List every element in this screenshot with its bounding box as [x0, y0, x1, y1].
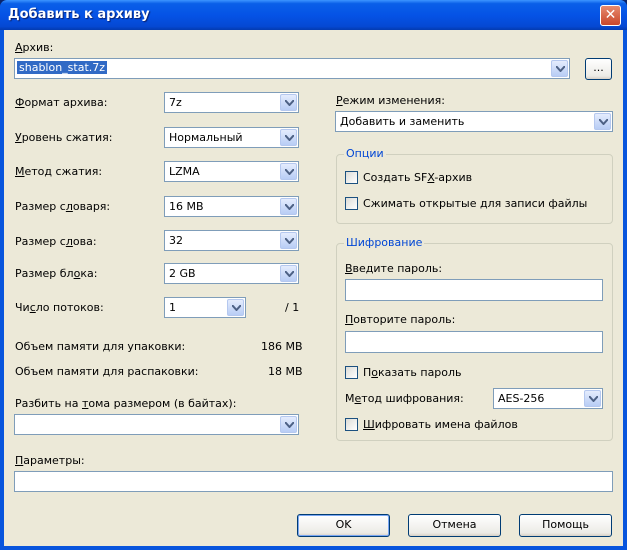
dialog-window: Добавить к архиву ✕ Архив: shablon_stat.…: [0, 0, 627, 550]
format-label: Формат архива:: [15, 96, 108, 109]
dictionary-combo[interactable]: 16 MB: [164, 196, 299, 217]
encrypt-names-label[interactable]: Шифровать имена файлов: [363, 418, 518, 431]
format-dropdown-button[interactable]: [280, 94, 297, 111]
cancel-button[interactable]: Отмена: [408, 514, 501, 537]
word-size-label: Размер слова:: [15, 235, 97, 248]
chevron-down-icon: [285, 100, 294, 106]
chevron-down-icon: [285, 169, 294, 175]
dictionary-label: Размер словаря:: [15, 200, 111, 213]
chevron-down-icon: [285, 135, 294, 141]
archive-path-dropdown-button[interactable]: [551, 60, 568, 77]
chevron-down-icon: [589, 396, 598, 402]
method-value: LZMA: [169, 165, 200, 178]
encryption-method-label: Метод шифрования:: [345, 392, 464, 405]
word-size-value: 32: [169, 234, 183, 247]
level-dropdown-button[interactable]: [280, 129, 297, 146]
chevron-down-icon: [285, 271, 294, 277]
method-combo[interactable]: LZMA: [164, 161, 299, 182]
options-group: Опции: [336, 147, 613, 224]
update-mode-combo[interactable]: Добавить и заменить: [335, 111, 613, 132]
repeat-password-input[interactable]: [345, 331, 603, 353]
update-mode-label: Режим изменения:: [336, 94, 445, 107]
chevron-down-icon: [232, 305, 241, 311]
level-value: Нормальный: [169, 131, 243, 144]
block-size-label: Размер блока:: [15, 267, 98, 280]
archive-path-value[interactable]: shablon_stat.7z: [17, 61, 108, 74]
chevron-down-icon: [556, 66, 565, 72]
memory-pack-value: 186 MB: [261, 340, 303, 353]
word-size-dropdown-button[interactable]: [280, 232, 297, 249]
block-size-value: 2 GB: [169, 267, 196, 280]
help-button[interactable]: Помощь: [519, 514, 612, 537]
dictionary-dropdown-button[interactable]: [280, 198, 297, 215]
chevron-down-icon: [285, 422, 294, 428]
window-title: Добавить к архиву: [8, 7, 150, 22]
archive-label: Архив:: [15, 41, 54, 54]
sfx-label[interactable]: Создать SFX-архив: [363, 171, 472, 184]
sfx-checkbox[interactable]: [345, 171, 358, 184]
format-combo[interactable]: 7z: [164, 92, 299, 113]
archive-path-combo[interactable]: shablon_stat.7z: [14, 58, 570, 79]
show-password-checkbox[interactable]: [345, 366, 358, 379]
password-input[interactable]: [345, 279, 603, 301]
compress-shared-label[interactable]: Сжимать открытые для записи файлы: [363, 197, 587, 210]
enter-password-label: Введите пароль:: [345, 262, 443, 275]
encryption-method-dropdown-button[interactable]: [584, 390, 601, 407]
block-size-combo[interactable]: 2 GB: [164, 263, 299, 284]
close-button[interactable]: ✕: [600, 5, 621, 26]
dictionary-value: 16 MB: [169, 200, 204, 213]
parameters-label: Параметры:: [15, 454, 85, 467]
split-volumes-combo[interactable]: [14, 414, 299, 435]
options-group-title: Опции: [344, 147, 386, 160]
chevron-down-icon: [599, 119, 608, 125]
threads-max: / 1: [285, 301, 300, 314]
encryption-method-combo[interactable]: AES-256: [493, 388, 603, 409]
level-combo[interactable]: Нормальный: [164, 127, 299, 148]
word-size-combo[interactable]: 32: [164, 230, 299, 251]
encryption-group-title: Шифрование: [344, 236, 425, 249]
method-label: Метод сжатия:: [15, 165, 103, 178]
memory-unpack-value: 18 MB: [268, 365, 303, 378]
split-volumes-dropdown-button[interactable]: [280, 416, 297, 433]
chevron-down-icon: [285, 204, 294, 210]
memory-pack-label: Объем памяти для упаковки:: [15, 340, 186, 353]
memory-unpack-label: Объем памяти для распаковки:: [15, 365, 199, 378]
ok-button[interactable]: OK: [297, 514, 390, 537]
threads-label: Число потоков:: [15, 301, 104, 314]
encryption-method-value: AES-256: [498, 392, 545, 405]
block-size-dropdown-button[interactable]: [280, 265, 297, 282]
close-icon: ✕: [604, 7, 617, 23]
show-password-label[interactable]: Показать пароль: [363, 366, 462, 379]
format-value: 7z: [169, 96, 182, 109]
browse-button[interactable]: ...: [585, 58, 612, 80]
method-dropdown-button[interactable]: [280, 163, 297, 180]
parameters-input[interactable]: [14, 471, 613, 492]
split-label: Разбить на тома размером (в байтах):: [15, 397, 237, 410]
threads-combo[interactable]: 1: [164, 297, 246, 318]
update-mode-value: Добавить и заменить: [340, 115, 465, 128]
update-mode-dropdown-button[interactable]: [594, 113, 611, 130]
compress-shared-checkbox[interactable]: [345, 197, 358, 210]
chevron-down-icon: [285, 238, 294, 244]
encrypt-names-checkbox[interactable]: [345, 418, 358, 431]
dialog-client: Архив: shablon_stat.7z ... Формат архива…: [4, 30, 623, 546]
title-bar[interactable]: Добавить к архиву ✕: [0, 0, 627, 30]
repeat-password-label: Повторите пароль:: [345, 313, 456, 326]
threads-dropdown-button[interactable]: [227, 299, 244, 316]
level-label: Уровень сжатия:: [15, 131, 113, 144]
threads-value: 1: [169, 301, 176, 314]
